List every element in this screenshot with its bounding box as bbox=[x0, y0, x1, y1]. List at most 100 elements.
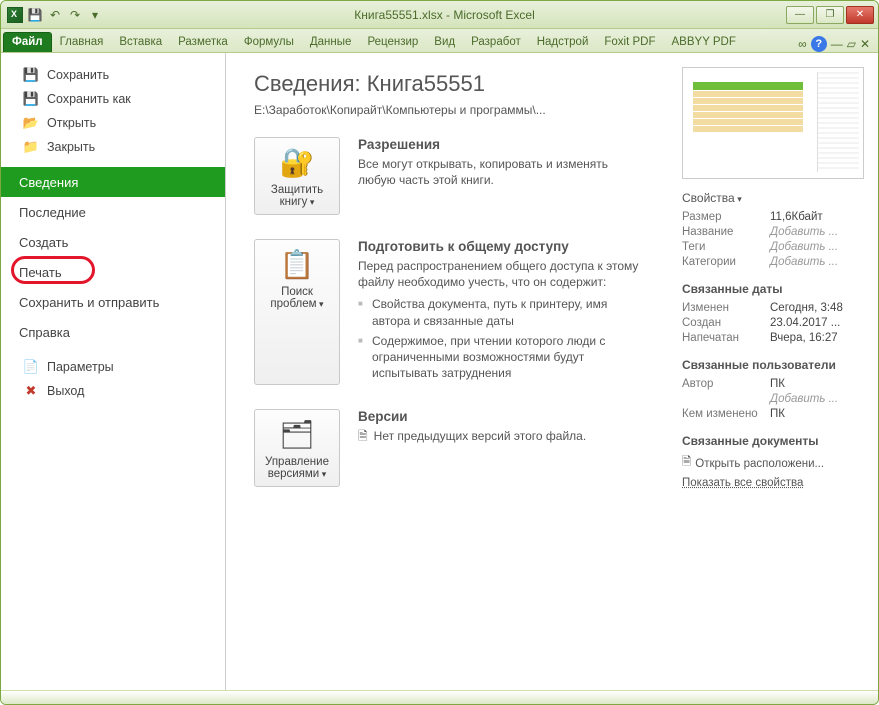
doc-icon: 🗎 bbox=[358, 428, 368, 444]
saveas-icon: 💾 bbox=[23, 91, 39, 107]
save-icon: 💾 bbox=[23, 67, 39, 83]
section-heading: Разрешения bbox=[358, 137, 648, 152]
statusbar-gradient bbox=[1, 690, 878, 704]
button-label: Защитить книгу bbox=[259, 184, 335, 208]
sidebar-label: Параметры bbox=[47, 360, 114, 374]
user-lastmod: Кем измененоПК bbox=[682, 408, 864, 420]
sidebar-label: Открыть bbox=[47, 116, 96, 130]
tab-data[interactable]: Данные bbox=[302, 33, 360, 52]
tab-insert[interactable]: Вставка bbox=[111, 33, 170, 52]
ribbon-right-controls: ∞ ? — ▱ ✕ bbox=[798, 36, 878, 52]
sidebar-item-save[interactable]: 💾Сохранить bbox=[1, 63, 225, 87]
excel-icon bbox=[7, 7, 23, 23]
mdi-restore-icon[interactable]: ▱ bbox=[847, 37, 856, 51]
manage-versions-button[interactable]: 🗂 Управление версиями bbox=[254, 409, 340, 487]
check-issues-button[interactable]: 📋 Поиск проблем bbox=[254, 239, 340, 385]
permissions-body: Разрешения Все могут открывать, копирова… bbox=[358, 137, 648, 215]
minimize-button[interactable]: — bbox=[786, 6, 814, 24]
prop-categories[interactable]: КатегорииДобавить ... bbox=[682, 256, 864, 268]
sidebar-item-recent[interactable]: Последние bbox=[1, 197, 225, 227]
sidebar-item-open[interactable]: 📂 Открыть bbox=[1, 111, 225, 135]
sidebar-item-save-send[interactable]: Сохранить и отправить bbox=[1, 287, 225, 317]
document-thumbnail[interactable] bbox=[682, 67, 864, 179]
sidebar-label: Сохранить и отправить bbox=[19, 295, 159, 310]
properties-panel: Свойства Размер11,6Кбайт НазваниеДобавит… bbox=[668, 53, 878, 704]
tab-layout[interactable]: Разметка bbox=[170, 33, 236, 52]
backstage-sidebar: 💾Сохранить 💾 Сохранить как 📂 Открыть 📁 Закр… bbox=[1, 53, 226, 704]
sidebar-item-exit[interactable]: ✖Выход bbox=[1, 379, 225, 403]
mdi-close-icon[interactable]: ✕ bbox=[860, 37, 870, 51]
quick-access-toolbar: 💾 ↶ ↷ ▾ bbox=[1, 7, 103, 23]
sidebar-item-new[interactable]: Создать bbox=[1, 227, 225, 257]
app-window: 💾 ↶ ↷ ▾ Книга55551.xlsx - Microsoft Exce… bbox=[0, 0, 879, 705]
ribbon-minimize-icon[interactable]: ∞ bbox=[798, 37, 807, 51]
lock-icon: 🔐 bbox=[277, 144, 317, 180]
versions-section: 🗂 Управление версиями Версии 🗎Нет предыд… bbox=[254, 409, 648, 487]
close-button[interactable]: ✕ bbox=[846, 6, 874, 24]
title-bar: 💾 ↶ ↷ ▾ Книга55551.xlsx - Microsoft Exce… bbox=[1, 1, 878, 29]
related-docs-heading: Связанные документы bbox=[682, 434, 864, 448]
sidebar-label: Закрыть bbox=[47, 140, 95, 154]
ribbon-tabs: Файл Главная Вставка Разметка Формулы Да… bbox=[1, 29, 878, 53]
tab-addins[interactable]: Надстрой bbox=[529, 33, 597, 52]
show-all-properties-link[interactable]: Показать все свойства bbox=[682, 477, 803, 489]
section-text: Нет предыдущих версий этого файла. bbox=[374, 428, 587, 444]
tab-formulas[interactable]: Формулы bbox=[236, 33, 302, 52]
sidebar-label: Печать bbox=[19, 265, 62, 280]
prepare-share-section: 📋 Поиск проблем Подготовить к общему дос… bbox=[254, 239, 648, 385]
section-text: Все могут открывать, копировать и изменя… bbox=[358, 156, 648, 188]
sidebar-item-close[interactable]: 📁 Закрыть bbox=[1, 135, 225, 159]
sidebar-item-print[interactable]: Печать bbox=[1, 257, 225, 287]
sidebar-label: Создать bbox=[19, 235, 68, 250]
open-icon: 📂 bbox=[23, 115, 39, 131]
tab-view[interactable]: Вид bbox=[426, 33, 463, 52]
mdi-min-icon[interactable]: — bbox=[831, 37, 843, 51]
backstage-body: 💾Сохранить 💾 Сохранить как 📂 Открыть 📁 Закр… bbox=[1, 53, 878, 704]
file-path: E:\Заработок\Копирайт\Компьютеры и прогр… bbox=[254, 103, 648, 117]
save-icon[interactable]: 💾 bbox=[27, 7, 43, 23]
date-created: Создан23.04.2017 ... bbox=[682, 317, 864, 329]
exit-icon: ✖ bbox=[23, 383, 39, 399]
user-add-author[interactable]: Добавить ... bbox=[682, 393, 864, 405]
gear-icon: 📄 bbox=[23, 359, 39, 375]
date-printed: НапечатанВчера, 16:27 bbox=[682, 332, 864, 344]
maximize-button[interactable]: ❐ bbox=[816, 6, 844, 24]
info-panel: Сведения: Книга55551 E:\Заработок\Копира… bbox=[226, 53, 668, 704]
window-controls: — ❐ ✕ bbox=[786, 6, 878, 24]
prepare-body: Подготовить к общему доступу Перед распр… bbox=[358, 239, 648, 385]
related-users-heading: Связанные пользователи bbox=[682, 358, 864, 372]
tab-foxit[interactable]: Foxit PDF bbox=[596, 33, 663, 52]
sidebar-item-saveas[interactable]: 💾 Сохранить как bbox=[1, 87, 225, 111]
help-icon[interactable]: ? bbox=[811, 36, 827, 52]
tab-file[interactable]: Файл bbox=[3, 32, 52, 52]
sidebar-label: Сведения bbox=[19, 175, 78, 190]
sidebar-item-options[interactable]: 📄 Параметры bbox=[1, 355, 225, 379]
prop-title[interactable]: НазваниеДобавить ... bbox=[682, 226, 864, 238]
sidebar-item-help[interactable]: Справка bbox=[1, 317, 225, 347]
tab-review[interactable]: Рецензир bbox=[359, 33, 426, 52]
tab-home[interactable]: Главная bbox=[52, 33, 112, 52]
button-label: Управление версиями bbox=[259, 456, 335, 480]
versions-body: Версии 🗎Нет предыдущих версий этого файл… bbox=[358, 409, 648, 487]
prop-tags[interactable]: ТегиДобавить ... bbox=[682, 241, 864, 253]
protect-workbook-button[interactable]: 🔐 Защитить книгу bbox=[254, 137, 340, 215]
date-modified: ИзмененСегодня, 3:48 bbox=[682, 302, 864, 314]
sidebar-label: Справка bbox=[19, 325, 70, 340]
file-icon: 🗎 bbox=[682, 454, 691, 473]
properties-dropdown[interactable]: Свойства bbox=[682, 191, 864, 205]
redo-icon[interactable]: ↷ bbox=[67, 7, 83, 23]
sidebar-label: Последние bbox=[19, 205, 86, 220]
section-heading: Подготовить к общему доступу bbox=[358, 239, 648, 254]
open-location-link[interactable]: 🗎Открыть расположени... bbox=[682, 454, 864, 473]
prop-size: Размер11,6Кбайт bbox=[682, 211, 864, 223]
versions-icon: 🗂 bbox=[277, 416, 317, 452]
sidebar-item-info[interactable]: Сведения bbox=[1, 167, 225, 197]
sidebar-label: Сохранить как bbox=[47, 92, 131, 106]
close-icon: 📁 bbox=[23, 139, 39, 155]
undo-icon[interactable]: ↶ bbox=[47, 7, 63, 23]
tab-abbyy[interactable]: ABBYY PDF bbox=[664, 33, 744, 52]
qat-dropdown-icon[interactable]: ▾ bbox=[87, 7, 103, 23]
window-title: Книга55551.xlsx - Microsoft Excel bbox=[103, 8, 786, 22]
tab-developer[interactable]: Разработ bbox=[463, 33, 529, 52]
user-author: АвторПК bbox=[682, 378, 864, 390]
